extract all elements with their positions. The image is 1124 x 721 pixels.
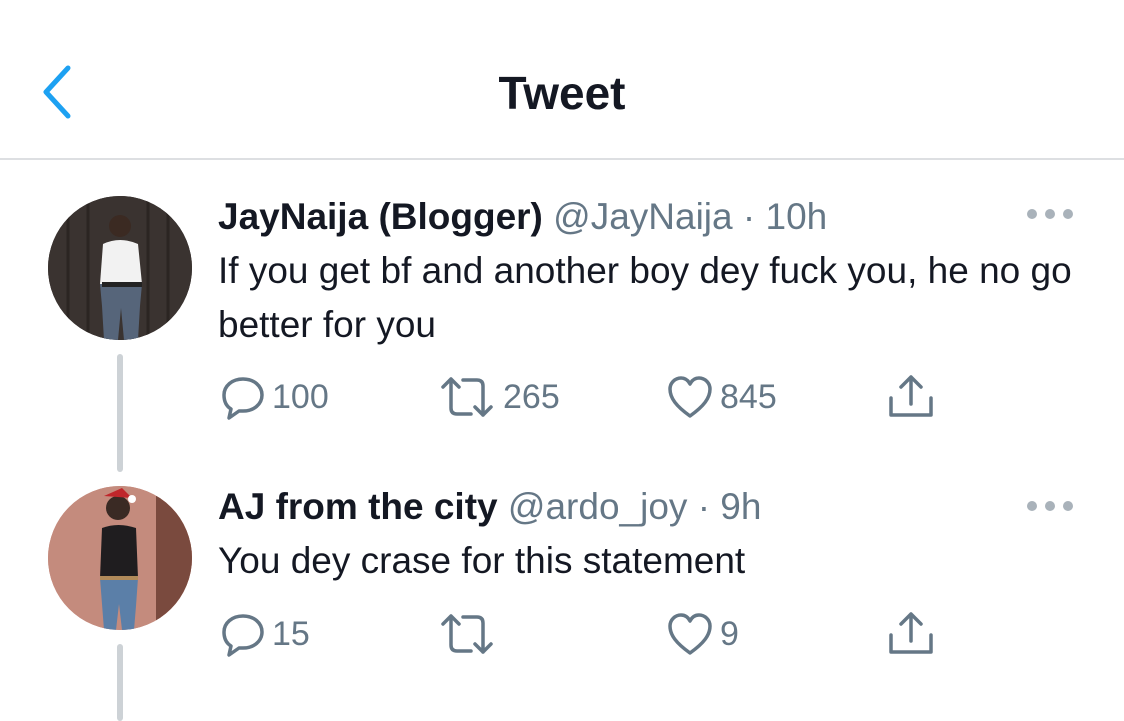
retweet-button[interactable]: 265 bbox=[437, 374, 560, 420]
avatar-ardo-joy[interactable] bbox=[48, 486, 192, 630]
timestamp[interactable]: 9h bbox=[720, 486, 761, 527]
timestamp[interactable]: 10h bbox=[766, 196, 828, 237]
retweet-icon bbox=[441, 614, 493, 654]
tweet-header: JayNaija (Blogger) @JayNaija · 10h bbox=[218, 196, 827, 238]
share-icon bbox=[889, 375, 933, 417]
like-count: 9 bbox=[720, 614, 739, 653]
dot-icon bbox=[1027, 501, 1037, 511]
tweet-text: You dey crase for this statement bbox=[218, 540, 746, 581]
dot-icon bbox=[1027, 209, 1037, 219]
profile-photo bbox=[48, 196, 192, 340]
retweet-button[interactable] bbox=[437, 611, 503, 657]
top-nav-bar: Tweet bbox=[0, 0, 1124, 160]
tweet-header: AJ from the city @ardo_joy · 9h bbox=[218, 486, 761, 528]
user-handle[interactable]: @ardo_joy bbox=[508, 486, 688, 527]
reply-icon bbox=[222, 614, 264, 657]
reply-button[interactable]: 15 bbox=[220, 611, 310, 657]
dot-icon bbox=[1045, 209, 1055, 219]
heart-icon bbox=[668, 376, 712, 418]
reply-icon bbox=[222, 377, 264, 420]
retweet-count: 265 bbox=[503, 377, 560, 416]
like-count: 845 bbox=[720, 377, 777, 416]
dot-icon bbox=[1045, 501, 1055, 511]
profile-photo bbox=[48, 486, 192, 630]
reply-button[interactable]: 100 bbox=[220, 374, 329, 420]
more-options-button[interactable] bbox=[1027, 204, 1073, 224]
retweet-icon bbox=[441, 377, 493, 417]
display-name[interactable]: JayNaija (Blogger) bbox=[218, 196, 543, 237]
page-title: Tweet bbox=[498, 67, 626, 119]
display-name[interactable]: AJ from the city bbox=[218, 486, 498, 527]
separator-dot: · bbox=[742, 196, 756, 237]
separator-dot: · bbox=[697, 486, 711, 527]
like-button[interactable]: 9 bbox=[666, 611, 739, 657]
dot-icon bbox=[1063, 209, 1073, 219]
reply-count: 100 bbox=[272, 377, 329, 416]
dot-icon bbox=[1063, 501, 1073, 511]
reply-count: 15 bbox=[272, 614, 310, 653]
heart-icon bbox=[668, 613, 712, 655]
thread-connector-line bbox=[117, 354, 123, 472]
avatar-jaynaija[interactable] bbox=[48, 196, 192, 340]
share-button[interactable] bbox=[886, 372, 936, 420]
share-icon bbox=[889, 612, 933, 654]
tweet-text: If you get bf and another boy dey fuck y… bbox=[218, 250, 1072, 345]
user-handle[interactable]: @JayNaija bbox=[553, 196, 732, 237]
thread-connector-line bbox=[117, 644, 123, 721]
like-button[interactable]: 845 bbox=[666, 374, 777, 420]
more-options-button[interactable] bbox=[1027, 496, 1073, 516]
share-button[interactable] bbox=[886, 609, 936, 657]
